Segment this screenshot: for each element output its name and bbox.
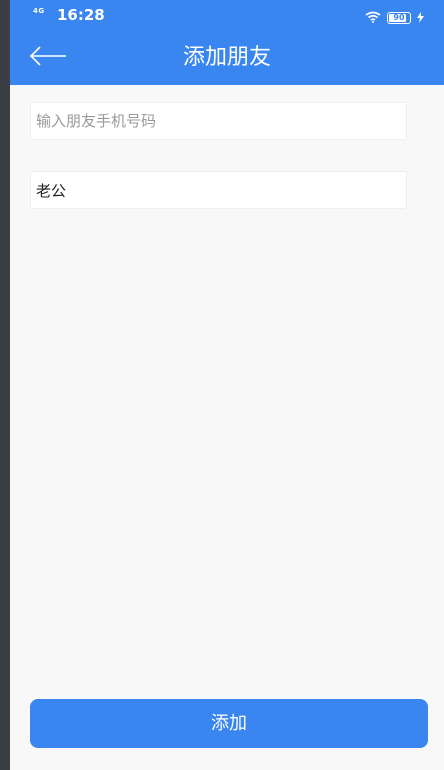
page-title: 添加朋友: [182, 45, 271, 70]
background-app-strip: [0, 0, 10, 770]
screen: 4G 16:28 90 添加朋友 输入朋友手机号码 老公 添加: [0, 0, 444, 770]
remark-name-input[interactable]: [31, 172, 406, 208]
phone-field: [30, 102, 407, 140]
add-friend-form: 添加: [10, 85, 444, 770]
wifi-icon: [365, 8, 381, 27]
name-field: [30, 171, 407, 209]
charging-icon: [417, 8, 424, 27]
battery-level: 90: [393, 12, 405, 22]
status-bar: 4G 16:28 90: [10, 0, 444, 30]
app-bar: 添加朋友: [10, 30, 444, 85]
battery-icon: 90: [387, 11, 411, 24]
network-indicator: 4G: [33, 7, 45, 15]
status-icons: 90: [365, 8, 424, 27]
phone-input[interactable]: [31, 103, 406, 139]
add-button[interactable]: 添加: [30, 699, 428, 748]
status-time: 16:28: [57, 6, 105, 24]
